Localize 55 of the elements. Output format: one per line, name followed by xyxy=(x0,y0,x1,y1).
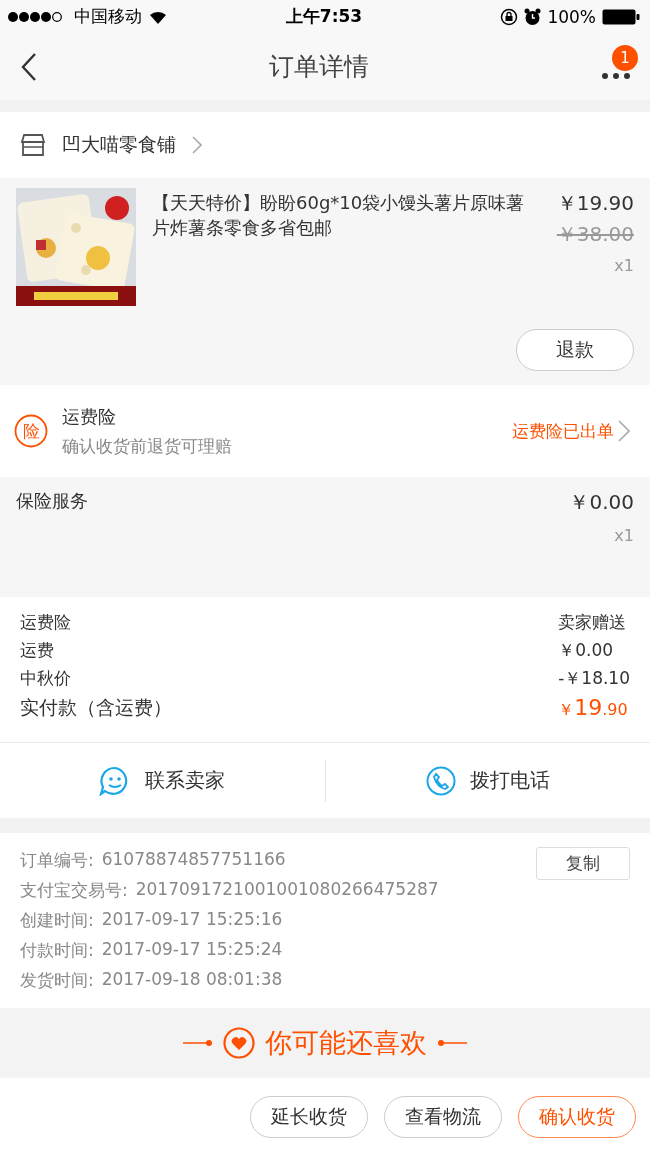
fee-label: 中秋价 xyxy=(20,667,72,690)
action-button[interactable]: 查看物流 xyxy=(384,1095,502,1138)
dot-line-icon xyxy=(437,1039,467,1047)
fee-label: 运费险 xyxy=(20,611,72,634)
line-dot-icon xyxy=(183,1039,213,1047)
fee-value: 卖家赠送 xyxy=(558,611,628,634)
alarm-clock-icon xyxy=(524,7,542,26)
store-icon xyxy=(20,134,46,156)
status-time: 上午7:53 xyxy=(285,5,363,28)
carrier-name: 中国移动 xyxy=(74,5,142,28)
shop-name: 凹大喵零食铺 xyxy=(62,132,176,157)
copy-button[interactable]: 复制 xyxy=(536,847,630,880)
insurance-row[interactable]: 险 运费险 确认收货前退货可理赔 运费险已出单 xyxy=(0,385,650,477)
info-label: 支付宝交易号: xyxy=(20,879,128,902)
product-price: ￥19.90 xyxy=(556,190,634,217)
total-amount: ￥19.90 xyxy=(558,695,629,721)
service-price: ￥0.00 xyxy=(569,489,634,516)
more-icon[interactable] xyxy=(602,72,630,79)
info-value: 2017-09-17 15:25:24 xyxy=(101,939,283,961)
call-button[interactable]: 拨打电话 xyxy=(324,759,650,802)
shop-row[interactable]: 凹大喵零食铺 xyxy=(0,112,650,178)
fee-value: ￥0.00 xyxy=(558,639,615,662)
total-label: 实付款（含运费） xyxy=(20,695,173,720)
action-button[interactable]: 延长收货 xyxy=(250,1095,368,1138)
rotation-lock-icon xyxy=(500,7,519,26)
info-label: 订单编号: xyxy=(20,849,94,872)
quantity: x1 xyxy=(613,526,634,545)
insurance-title: 运费险 xyxy=(62,404,117,429)
insurance-status: 运费险已出单 xyxy=(512,419,614,443)
insurance-badge: 险 xyxy=(14,414,48,448)
page-title: 订单详情 xyxy=(269,51,369,83)
wifi-icon xyxy=(148,9,168,24)
original-price: ￥38.00 xyxy=(556,221,634,248)
info-label: 发货时间: xyxy=(20,969,94,992)
recommend-title: 你可能还喜欢 xyxy=(265,1026,427,1060)
battery-icon xyxy=(602,8,640,25)
info-label: 付款时间: xyxy=(20,939,94,962)
info-value: 2017-09-17 15:25:16 xyxy=(101,909,283,931)
battery-percent: 100% xyxy=(547,6,596,27)
info-value: 2017091721001001080266475287 xyxy=(135,879,439,901)
contact-seller-button[interactable]: 联系卖家 xyxy=(0,759,325,802)
chevron-right-icon xyxy=(192,136,202,154)
insurance-description: 确认收货前退货可理赔 xyxy=(62,434,233,458)
fee-label: 运费 xyxy=(20,639,55,662)
chevron-right-icon xyxy=(618,420,630,442)
fee-value: -￥18.10 xyxy=(558,667,630,690)
back-icon[interactable] xyxy=(20,51,38,82)
notification-badge: 1 xyxy=(612,44,638,71)
info-label: 创建时间: xyxy=(20,909,94,932)
refund-button[interactable]: 退款 xyxy=(516,329,634,371)
phone-icon xyxy=(425,765,456,796)
info-value: 61078874857751166 xyxy=(101,849,286,871)
service-title: 保险服务 xyxy=(16,489,89,513)
info-value: 2017-09-18 08:01:38 xyxy=(101,969,283,991)
quantity: x1 xyxy=(614,256,634,275)
